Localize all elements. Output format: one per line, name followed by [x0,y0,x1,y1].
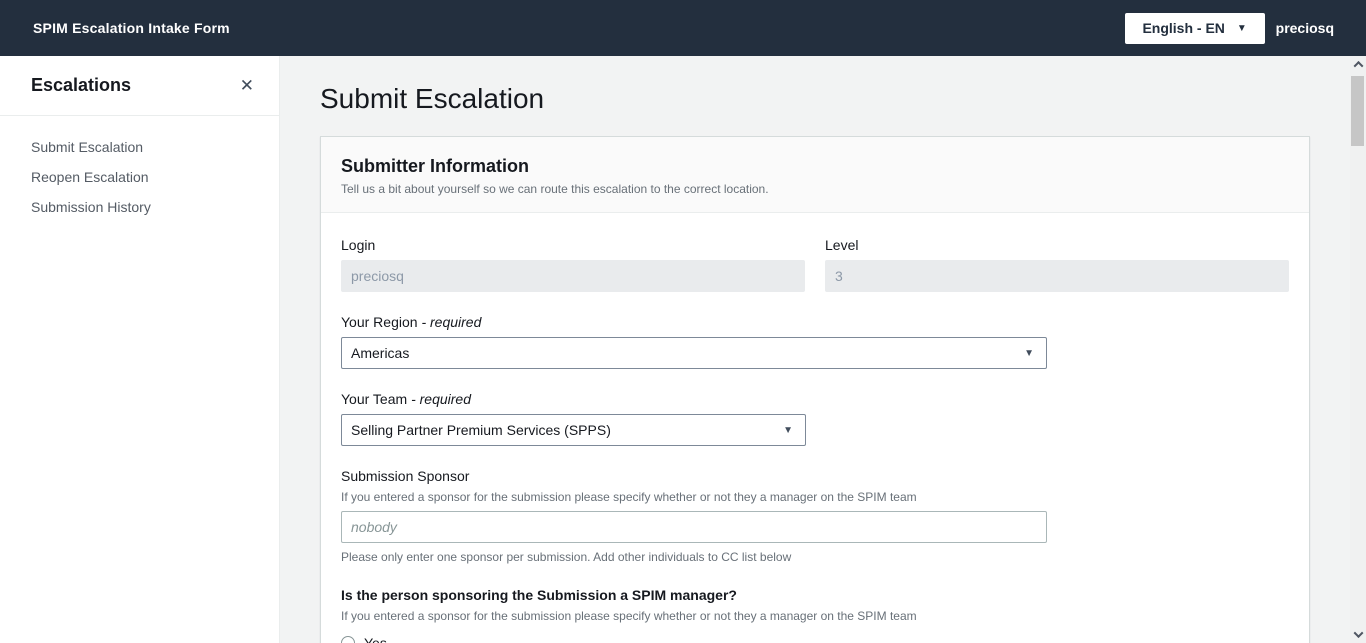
level-input [825,260,1289,292]
radio-option-yes-label: Yes [364,634,387,643]
sidebar-item-reopen-escalation[interactable]: Reopen Escalation [0,162,279,192]
page-title: Submit Escalation [320,79,1310,119]
sidebar-title: Escalations [31,75,131,96]
card-header: Submitter Information Tell us a bit abou… [321,137,1309,213]
login-input [341,260,805,292]
sidebar-header: Escalations ✕ [0,56,279,116]
main-content: Submit Escalation Submitter Information … [280,56,1350,643]
level-label: Level [825,235,1289,255]
sidebar-item-submission-history[interactable]: Submission History [0,192,279,222]
region-label: Your Region - required [341,312,1289,332]
radio-option-yes[interactable]: Yes [341,634,1289,643]
language-selector[interactable]: English - EN ▼ [1125,13,1265,44]
region-select-value: Americas [351,345,409,361]
sponsor-label: Submission Sponsor [341,466,1289,486]
level-field: Level [825,235,1289,292]
sponsor-manager-description: If you entered a sponsor for the submiss… [341,608,1289,624]
close-icon[interactable]: ✕ [238,75,256,96]
radio-button-icon[interactable] [341,636,355,643]
sponsor-description: If you entered a sponsor for the submiss… [341,489,1289,505]
sponsor-field: Submission Sponsor If you entered a spon… [341,466,1289,565]
sidebar-nav: Submit Escalation Reopen Escalation Subm… [0,116,279,238]
chevron-down-icon: ▼ [1237,23,1247,34]
sponsor-input[interactable] [341,511,1047,543]
sidebar-item-submit-escalation[interactable]: Submit Escalation [0,132,279,162]
region-label-text: Your Region [341,314,418,330]
team-select-value: Selling Partner Premium Services (SPPS) [351,422,611,438]
card-title: Submitter Information [341,155,1289,177]
team-field: Your Team - required Selling Partner Pre… [341,389,1289,446]
login-level-row: Login Level [341,235,1289,312]
username: preciosq [1276,20,1334,36]
sponsor-constraint: Please only enter one sponsor per submis… [341,549,1289,565]
language-selector-label: English - EN [1142,20,1224,36]
chevron-down-icon: ▼ [783,425,793,436]
sidebar: Escalations ✕ Submit Escalation Reopen E… [0,56,280,643]
app-window: SPIM Escalation Intake Form English - EN… [0,0,1366,643]
region-field: Your Region - required Americas ▼ [341,312,1289,369]
top-header: SPIM Escalation Intake Form English - EN… [0,0,1366,56]
content-row: Escalations ✕ Submit Escalation Reopen E… [0,56,1366,643]
scroll-up-arrow-icon[interactable] [1350,56,1366,73]
login-label: Login [341,235,805,255]
team-label: Your Team - required [341,389,1289,409]
sponsor-manager-field: Is the person sponsoring the Submission … [341,585,1289,643]
team-select[interactable]: Selling Partner Premium Services (SPPS) … [341,414,806,446]
card-description: Tell us a bit about yourself so we can r… [341,181,1289,197]
region-select[interactable]: Americas ▼ [341,337,1047,369]
card-body: Login Level Your Region - required [321,213,1309,643]
sponsor-manager-label: Is the person sponsoring the Submission … [341,585,1289,605]
header-right: English - EN ▼ preciosq [1125,13,1334,44]
submitter-information-card: Submitter Information Tell us a bit abou… [320,136,1310,643]
team-required-suffix: - required [411,391,471,407]
scroll-down-arrow-icon[interactable] [1350,626,1366,643]
region-required-suffix: - required [421,314,481,330]
scrollbar[interactable] [1350,56,1366,643]
app-title: SPIM Escalation Intake Form [33,20,230,36]
login-field: Login [341,235,805,292]
team-label-text: Your Team [341,391,407,407]
chevron-down-icon: ▼ [1024,348,1034,359]
scrollbar-thumb[interactable] [1351,76,1364,146]
